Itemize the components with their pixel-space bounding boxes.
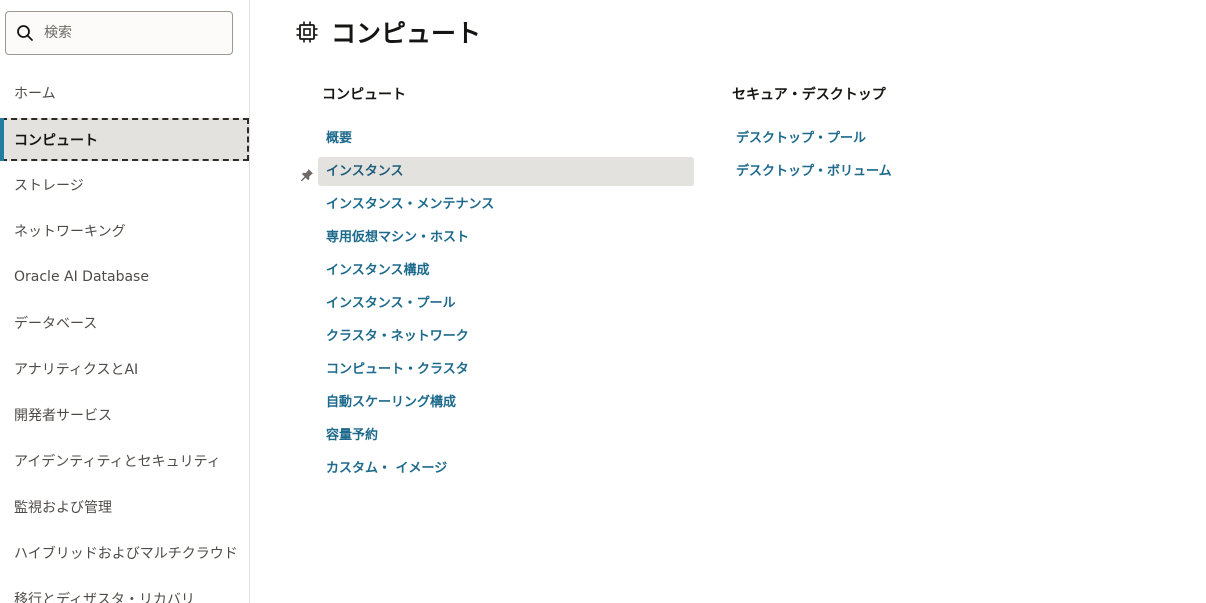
search-box[interactable]	[5, 11, 233, 55]
search-icon	[6, 12, 44, 54]
sidebar-item-networking[interactable]: ネットワーキング	[0, 208, 249, 254]
link-instances[interactable]: インスタンス	[301, 157, 694, 186]
link-overview[interactable]: 概要	[318, 124, 698, 153]
link-instance-maintenance[interactable]: インスタンス・メンテナンス	[318, 190, 698, 219]
sidebar-item-hybrid-multicloud[interactable]: ハイブリッドおよびマルチクラウド	[0, 530, 249, 576]
main-content: コンピュート コンピュート 概要 インスタンス インスタンス・メンテナンス 専用…	[250, 0, 1206, 603]
link-custom-images[interactable]: カスタム・ イメージ	[318, 454, 698, 483]
sidebar-item-observability-management[interactable]: 監視および管理	[0, 484, 249, 530]
section-heading-secure-desktops: セキュア・デスクトップ	[732, 87, 886, 103]
chip-icon	[295, 20, 319, 44]
secure-desktops-section: セキュア・デスクトップ デスクトップ・プール デスクトップ・ボリューム	[728, 84, 1028, 190]
section-heading-compute: コンピュート	[322, 87, 406, 103]
page-header: コンピュート	[295, 14, 481, 50]
compute-links: 概要 インスタンス インスタンス・メンテナンス 専用仮想マシン・ホスト インスタ…	[301, 124, 698, 483]
sidebar-nav: ホーム コンピュート ストレージ ネットワーキング Oracle AI Data…	[0, 70, 249, 603]
link-desktop-pools[interactable]: デスクトップ・プール	[728, 124, 1028, 153]
sidebar-item-compute[interactable]: コンピュート	[0, 118, 249, 161]
link-desktop-volumes[interactable]: デスクトップ・ボリューム	[728, 157, 1028, 186]
link-capacity-reservations[interactable]: 容量予約	[318, 421, 698, 450]
page-title: コンピュート	[331, 19, 482, 48]
link-instances-label: インスタンス	[326, 164, 404, 179]
sidebar-item-migration-dr[interactable]: 移行とディザスタ・リカバリ	[0, 576, 249, 603]
sidebar: ホーム コンピュート ストレージ ネットワーキング Oracle AI Data…	[0, 0, 250, 603]
sidebar-item-database[interactable]: データベース	[0, 300, 249, 346]
app-root: ホーム コンピュート ストレージ ネットワーキング Oracle AI Data…	[0, 0, 1206, 603]
compute-section: コンピュート 概要 インスタンス インスタンス・メンテナンス 専用仮想マシン・ホ…	[301, 84, 698, 487]
sidebar-item-developer-services[interactable]: 開発者サービス	[0, 392, 249, 438]
sidebar-item-analytics-ai[interactable]: アナリティクスとAI	[0, 346, 249, 392]
sidebar-item-home[interactable]: ホーム	[0, 70, 249, 116]
link-instance-pools[interactable]: インスタンス・プール	[318, 289, 698, 318]
link-dedicated-vm-hosts[interactable]: 専用仮想マシン・ホスト	[318, 223, 698, 252]
sidebar-item-oracle-ai-database[interactable]: Oracle AI Database	[0, 254, 249, 300]
secure-desktops-links: デスクトップ・プール デスクトップ・ボリューム	[728, 124, 1028, 186]
link-autoscaling-configurations[interactable]: 自動スケーリング構成	[318, 388, 698, 417]
link-instance-configurations[interactable]: インスタンス構成	[318, 256, 698, 285]
pin-icon[interactable]	[300, 164, 314, 182]
link-cluster-networks[interactable]: クラスタ・ネットワーク	[318, 322, 698, 351]
sidebar-item-identity-security[interactable]: アイデンティティとセキュリティ	[0, 438, 249, 484]
link-compute-clusters[interactable]: コンピュート・クラスタ	[318, 355, 698, 384]
search-input[interactable]	[44, 13, 214, 53]
sidebar-item-storage[interactable]: ストレージ	[0, 162, 249, 208]
